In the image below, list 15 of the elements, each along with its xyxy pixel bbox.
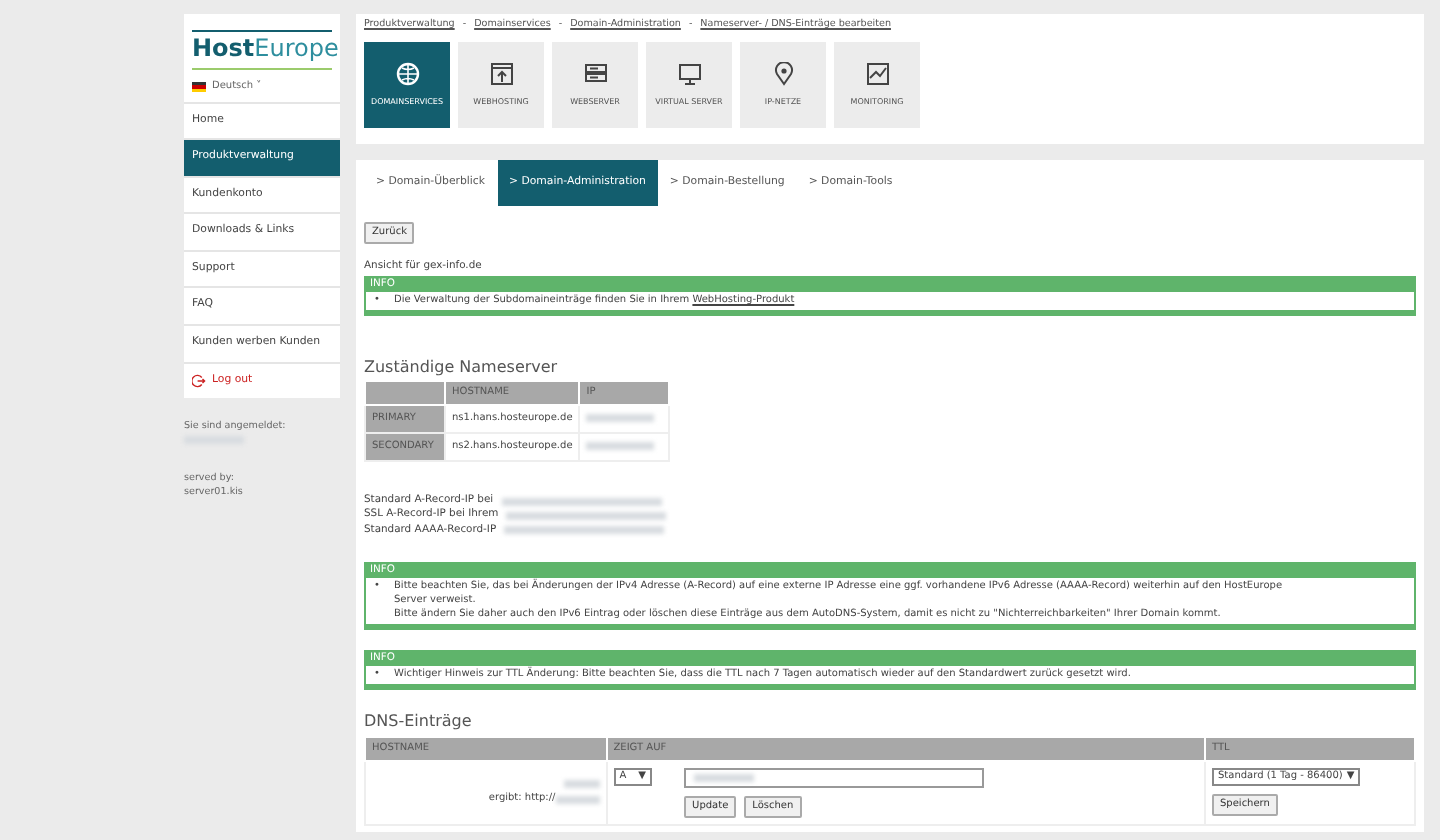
section-heading: DNS-Einträge	[364, 710, 474, 734]
redacted-text	[586, 413, 655, 422]
upload-icon	[489, 61, 513, 86]
chart-icon	[865, 61, 889, 86]
section-heading: Zuständige Nameserver	[364, 355, 560, 379]
logout-icon	[192, 373, 206, 388]
redacted-text	[586, 441, 655, 450]
flag-icon	[192, 81, 206, 92]
redacted-text	[563, 779, 600, 788]
location-pin-icon	[771, 61, 795, 86]
monitor-icon	[677, 61, 701, 86]
globe-icon	[395, 61, 419, 86]
value-field[interactable]	[684, 767, 985, 788]
redacted-text	[555, 795, 600, 804]
server-icon	[583, 61, 607, 86]
